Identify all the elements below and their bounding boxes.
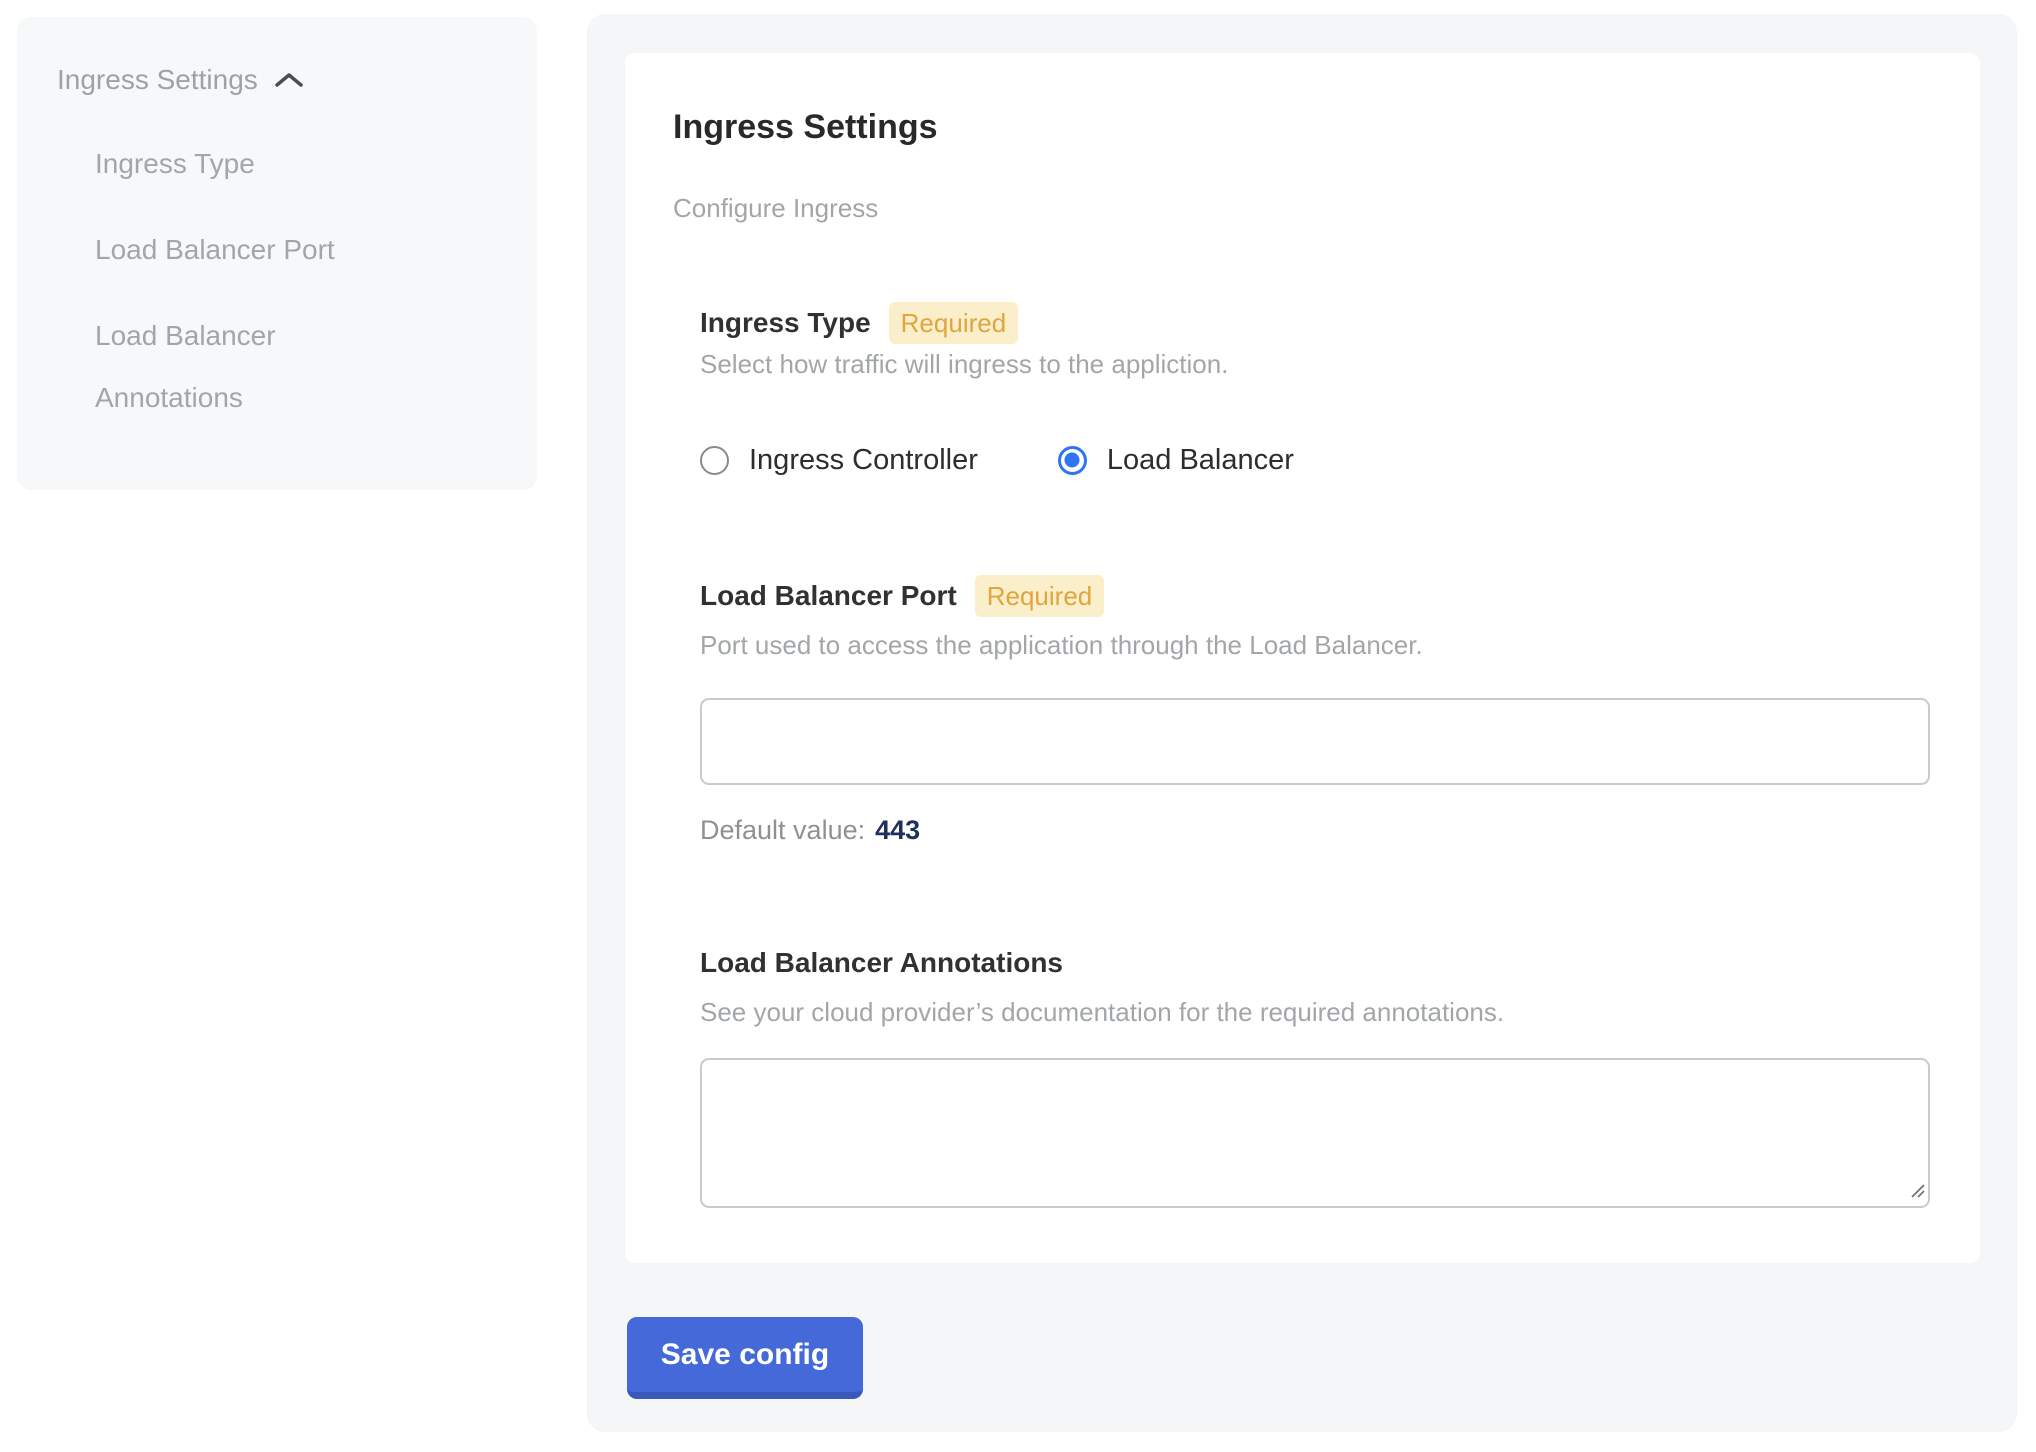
sidebar-item-load-balancer-port[interactable]: Load Balancer Port	[95, 219, 395, 281]
field-lb-port-label: Load Balancer Port	[700, 578, 957, 614]
sidebar-section-title: Ingress Settings	[57, 63, 258, 97]
sidebar-item-list: Ingress Type Load Balancer Port Load Bal…	[95, 133, 517, 429]
radio-label-ingress-controller: Ingress Controller	[749, 442, 978, 478]
page-subtitle: Configure Ingress	[673, 194, 1930, 222]
sidebar-section-toggle[interactable]: Ingress Settings	[57, 63, 517, 97]
default-value: 443	[875, 814, 920, 846]
field-lb-annotations-label-row: Load Balancer Annotations	[700, 942, 1930, 984]
field-ingress-type-label-row: Ingress Type Required	[700, 302, 1930, 344]
field-lb-port-label-row: Load Balancer Port Required	[700, 575, 1930, 617]
field-lb-port-description: Port used to access the application thro…	[700, 629, 1930, 661]
field-load-balancer-port: Load Balancer Port Required Port used to…	[700, 575, 1930, 846]
required-badge: Required	[889, 302, 1019, 344]
radio-option-load-balancer[interactable]: Load Balancer	[1058, 442, 1294, 478]
page-title: Ingress Settings	[673, 105, 1930, 149]
radio-label-load-balancer: Load Balancer	[1107, 442, 1294, 478]
field-ingress-type: Ingress Type Required Select how traffic…	[700, 302, 1930, 478]
ingress-settings-card: Ingress Settings Configure Ingress Ingre…	[625, 53, 1980, 1263]
settings-main-panel: Ingress Settings Configure Ingress Ingre…	[587, 14, 2017, 1432]
load-balancer-port-input[interactable]	[700, 698, 1930, 785]
field-lb-annotations-label: Load Balancer Annotations	[700, 945, 1063, 981]
field-lb-annotations-description: See your cloud provider’s documentation …	[700, 996, 1930, 1028]
sidebar-item-load-balancer-annotations[interactable]: Load Balancer Annotations	[95, 305, 395, 429]
field-ingress-type-label: Ingress Type	[700, 305, 871, 341]
default-value-label: Default value:	[700, 814, 865, 846]
annotations-textarea-wrap	[700, 1058, 1930, 1208]
required-badge: Required	[975, 575, 1105, 617]
default-value-row: Default value: 443	[700, 814, 1930, 846]
field-ingress-type-description: Select how traffic will ingress to the a…	[700, 348, 1930, 380]
load-balancer-annotations-textarea[interactable]	[700, 1058, 1930, 1208]
radio-option-ingress-controller[interactable]: Ingress Controller	[700, 442, 978, 478]
resize-handle-icon[interactable]	[1909, 1182, 1926, 1204]
settings-sidebar: Ingress Settings Ingress Type Load Balan…	[17, 17, 537, 490]
form-fields: Ingress Type Required Select how traffic…	[700, 302, 1930, 1208]
chevron-up-icon[interactable]	[274, 63, 304, 97]
radio-button-icon[interactable]	[700, 446, 729, 475]
save-config-button[interactable]: Save config	[627, 1317, 863, 1399]
radio-button-icon[interactable]	[1058, 446, 1087, 475]
field-load-balancer-annotations: Load Balancer Annotations See your cloud…	[700, 942, 1930, 1208]
ingress-type-radio-group: Ingress Controller Load Balancer	[700, 442, 1930, 478]
sidebar-item-ingress-type[interactable]: Ingress Type	[95, 133, 395, 195]
